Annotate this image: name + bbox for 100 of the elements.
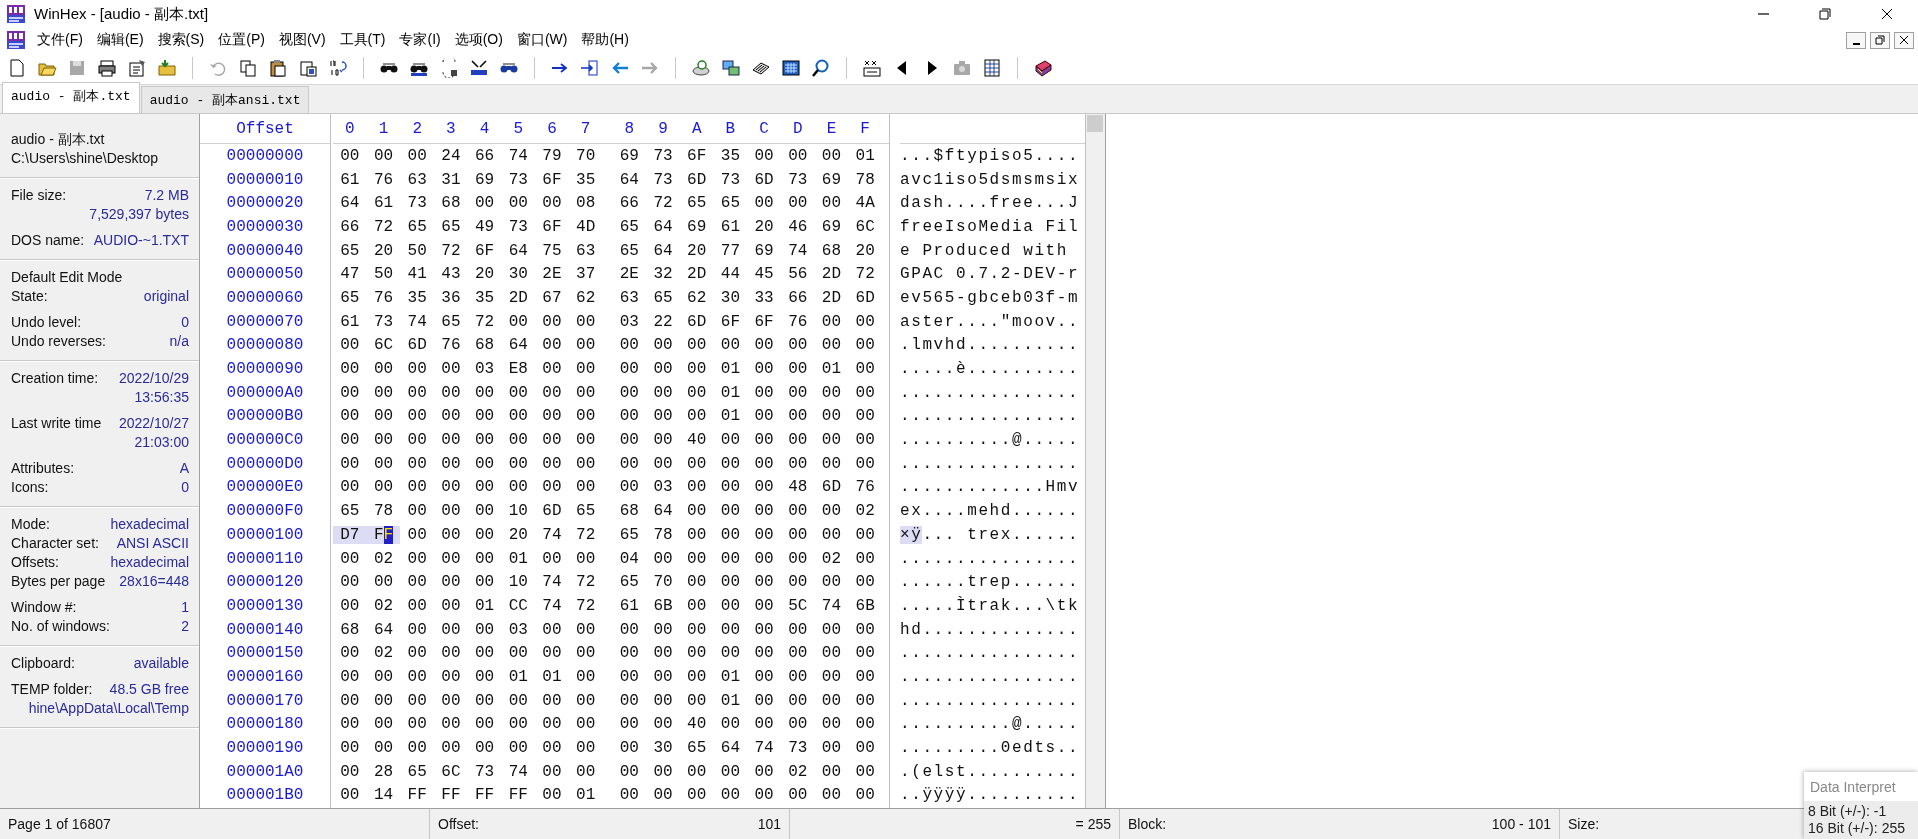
windows-button[interactable] — [720, 57, 742, 79]
hex-byte[interactable]: 00 — [780, 454, 815, 473]
hex-byte[interactable]: 00 — [400, 667, 435, 686]
hex-byte[interactable]: 74 — [501, 146, 536, 165]
hex-byte[interactable]: 01 — [501, 667, 536, 686]
hex-byte[interactable]: 00 — [366, 454, 401, 473]
hex-byte[interactable]: 01 — [467, 596, 502, 615]
hex-byte[interactable]: 65 — [568, 502, 603, 521]
hex-byte[interactable]: 00 — [780, 715, 815, 734]
hex-byte[interactable]: 00 — [400, 691, 435, 710]
hex-byte[interactable]: 48 — [780, 478, 815, 497]
hex-byte[interactable]: 00 — [780, 786, 815, 805]
hex-byte[interactable]: 00 — [467, 502, 502, 521]
hex-byte[interactable]: 00 — [780, 525, 815, 544]
hex-byte[interactable]: 00 — [713, 644, 748, 663]
hex-byte[interactable]: 00 — [434, 549, 468, 568]
hex-byte[interactable]: 78 — [646, 525, 680, 544]
hex-byte[interactable]: 00 — [646, 786, 680, 805]
hex-byte[interactable]: 62 — [679, 288, 714, 307]
hex-byte[interactable]: 00 — [535, 194, 569, 213]
hex-byte[interactable]: 00 — [747, 194, 781, 213]
hex-byte[interactable]: 00 — [400, 360, 435, 379]
hex-byte[interactable]: 65 — [612, 573, 647, 592]
hex-byte[interactable]: 00 — [679, 360, 714, 379]
hex-byte[interactable]: 00 — [848, 786, 882, 805]
hex-byte[interactable]: 00 — [400, 739, 435, 758]
hex-byte[interactable]: 20 — [467, 265, 502, 284]
hex-byte[interactable]: 00 — [400, 383, 435, 402]
hex-byte[interactable]: 00 — [646, 407, 680, 426]
hex-byte[interactable]: 00 — [747, 454, 781, 473]
hex-byte[interactable]: 00 — [848, 620, 882, 639]
hex-byte[interactable]: 00 — [747, 667, 781, 686]
hex-byte[interactable]: 00 — [814, 739, 849, 758]
hex-byte[interactable]: 00 — [612, 644, 647, 663]
hex-byte[interactable]: 00 — [646, 383, 680, 402]
hex-byte[interactable]: 00 — [679, 478, 714, 497]
hex-byte[interactable]: 00 — [400, 454, 435, 473]
hex-byte[interactable]: 65 — [679, 739, 714, 758]
hex-byte[interactable]: 00 — [467, 525, 502, 544]
hex-byte[interactable]: 00 — [333, 786, 367, 805]
hex-byte[interactable]: 00 — [501, 407, 536, 426]
hex-byte[interactable]: 04 — [612, 549, 647, 568]
hex-byte[interactable]: 00 — [814, 407, 849, 426]
hex-byte[interactable]: 00 — [535, 786, 569, 805]
hex-byte[interactable]: 00 — [333, 431, 367, 450]
menu-item[interactable]: 文件(F) — [30, 29, 90, 51]
hex-byte[interactable]: 00 — [400, 431, 435, 450]
hex-byte[interactable]: 68 — [333, 620, 367, 639]
hex-byte[interactable]: 10 — [501, 502, 536, 521]
hex-byte[interactable]: 00 — [679, 573, 714, 592]
hex-byte[interactable]: 73 — [400, 194, 435, 213]
hex-byte[interactable]: FF — [501, 786, 536, 805]
hex-byte[interactable]: 6F — [679, 146, 714, 165]
hex-byte[interactable]: 00 — [434, 525, 468, 544]
hex-byte[interactable]: 00 — [679, 336, 714, 355]
hex-byte[interactable]: 62 — [568, 288, 603, 307]
hex-byte[interactable]: 00 — [501, 383, 536, 402]
hex-byte[interactable]: 00 — [501, 691, 536, 710]
hex-byte[interactable]: 02 — [366, 644, 401, 663]
hex-byte[interactable]: 00 — [814, 691, 849, 710]
hex-byte[interactable]: 76 — [366, 170, 401, 189]
hex-byte[interactable]: D7 — [333, 525, 367, 544]
menu-item[interactable]: 工具(T) — [332, 29, 393, 51]
hex-byte[interactable]: 2D — [814, 288, 849, 307]
menu-item[interactable]: 视图(V) — [271, 29, 333, 51]
hex-byte[interactable]: 63 — [400, 170, 435, 189]
hex-byte[interactable]: 00 — [400, 549, 435, 568]
hex-byte[interactable]: 00 — [568, 407, 603, 426]
hex-byte[interactable]: 00 — [535, 739, 569, 758]
hex-byte[interactable]: 00 — [568, 454, 603, 473]
hex-byte[interactable]: 33 — [747, 288, 781, 307]
disk-button[interactable] — [690, 57, 712, 79]
hex-byte[interactable]: 00 — [333, 383, 367, 402]
hex-byte[interactable]: 00 — [535, 336, 569, 355]
hex-byte[interactable]: 2E — [535, 265, 569, 284]
hex-byte[interactable]: 6F — [747, 312, 781, 331]
hex-byte[interactable]: 00 — [747, 691, 781, 710]
hex-byte[interactable]: 00 — [848, 739, 882, 758]
hex-byte[interactable]: 00 — [400, 644, 435, 663]
hex-byte[interactable]: 68 — [434, 194, 468, 213]
hex-byte[interactable]: 00 — [814, 502, 849, 521]
hex-byte[interactable]: 00 — [848, 431, 882, 450]
hex-byte[interactable]: 00 — [713, 596, 748, 615]
hex-byte[interactable]: 00 — [366, 360, 401, 379]
hex-byte[interactable]: 73 — [501, 217, 536, 236]
hex-byte[interactable]: 00 — [467, 691, 502, 710]
hex-byte[interactable]: 6F — [535, 217, 569, 236]
hex-byte[interactable]: 00 — [535, 431, 569, 450]
hex-byte[interactable]: 69 — [814, 217, 849, 236]
hex-byte[interactable]: 00 — [467, 383, 502, 402]
hex-byte[interactable]: 00 — [747, 762, 781, 781]
hex-byte[interactable]: 76 — [848, 478, 882, 497]
hex-byte[interactable]: 00 — [848, 691, 882, 710]
hex-byte[interactable]: 03 — [501, 620, 536, 639]
hex-byte[interactable]: 00 — [568, 739, 603, 758]
hex-byte[interactable]: 00 — [568, 715, 603, 734]
hex-byte[interactable]: 00 — [713, 336, 748, 355]
hex-byte[interactable]: 63 — [568, 241, 603, 260]
hex-byte[interactable]: 69 — [814, 170, 849, 189]
hex-byte[interactable]: 00 — [366, 478, 401, 497]
